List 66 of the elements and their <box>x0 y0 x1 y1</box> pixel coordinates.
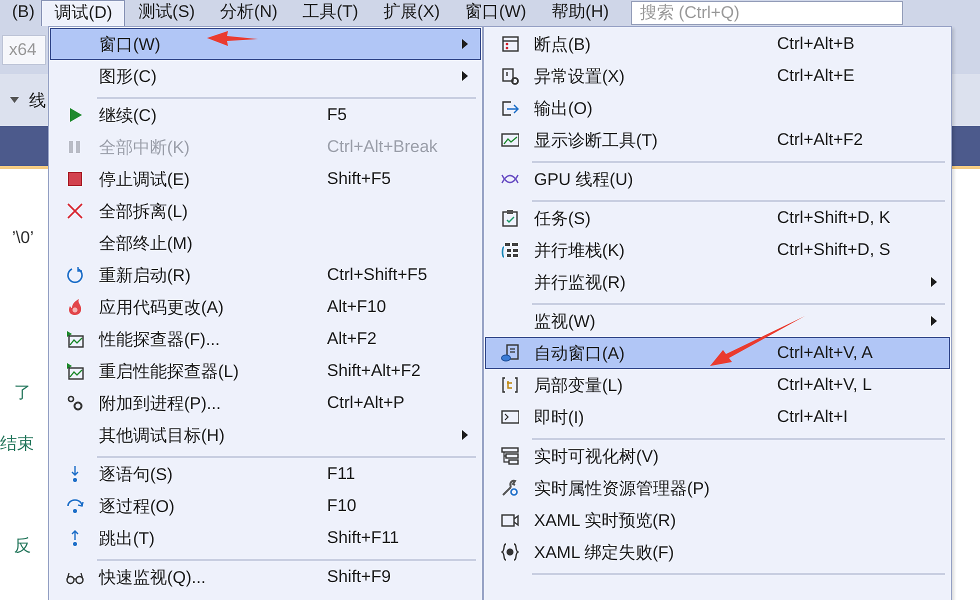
caret-icon[interactable] <box>10 97 19 103</box>
search-field[interactable]: 搜索 (Ctrl+Q) <box>630 1 903 25</box>
chart-icon <box>66 330 84 348</box>
menu-item[interactable]: 并行监视(R) <box>485 266 950 298</box>
refresh-icon <box>66 266 84 284</box>
menu-item[interactable]: 图形(C) <box>50 60 481 92</box>
flame-icon <box>66 298 84 316</box>
menu-item[interactable]: 快速监视(Q)... Shift+F9 <box>50 561 481 593</box>
cross-icon <box>66 202 84 220</box>
menu-item[interactable]: 全部终止(M) <box>50 227 481 259</box>
menu-item[interactable]: 监视(W) <box>485 305 950 337</box>
menu-item[interactable]: 实时可视化树(V) <box>485 440 950 472</box>
toolbar-label: 线 <box>29 90 46 112</box>
menu-item[interactable]: XAML 绑定失败(F) <box>485 536 950 568</box>
clipboard-icon <box>501 209 519 227</box>
menu-item[interactable]: 并行堆栈(K) Ctrl+Shift+D, S <box>485 234 950 266</box>
export-icon <box>501 99 519 117</box>
menu-item[interactable]: GPU 线程(U) <box>485 163 950 195</box>
menu-item[interactable]: 应用代码更改(A) Alt+F10 <box>50 291 481 323</box>
tree-icon <box>501 447 519 465</box>
menu-item[interactable]: 全部拆离(L) <box>50 195 481 227</box>
menu-item[interactable]: 异常设置(X) Ctrl+Alt+E <box>485 60 950 92</box>
chart-icon <box>501 131 519 149</box>
curved-arrow-icon <box>66 497 84 515</box>
code-text: ’\0’ <box>12 227 34 249</box>
menu-item[interactable]: 性能探查器(F)... Alt+F2 <box>50 323 481 355</box>
menu-item[interactable]: 输出(O) <box>485 92 950 124</box>
menu-item[interactable]: 局部变量(L) Ctrl+Alt+V, L <box>485 369 950 401</box>
console-icon <box>501 408 519 426</box>
document-icon <box>501 344 519 362</box>
menu-bar-item[interactable]: 调试(D) <box>40 0 126 26</box>
window-icon <box>501 35 519 53</box>
menu-bar-item[interactable]: 工具(T) <box>290 0 370 26</box>
braces-icon <box>501 543 519 561</box>
menu-item[interactable]: 窗口(W) <box>50 28 481 60</box>
stop-icon <box>66 170 84 188</box>
menu-item[interactable]: 实时属性资源管理器(P) <box>485 472 950 504</box>
menu-item[interactable]: 其他调试目标(H) <box>50 419 481 451</box>
menu-item[interactable]: 附加到进程(P)... Ctrl+Alt+P <box>50 387 481 419</box>
code-text: 了 <box>14 382 31 404</box>
menu-item[interactable]: 继续(C) F5 <box>50 99 481 131</box>
menu-item[interactable]: 重新启动(R) Ctrl+Shift+F5 <box>50 259 481 291</box>
code-text: 结束 <box>0 433 34 455</box>
menu-item[interactable]: 显示诊断工具(T) Ctrl+Alt+F2 <box>485 124 950 156</box>
menu-bar-item[interactable]: 帮助(H) <box>538 0 621 26</box>
menu-item[interactable]: 停止调试(E) Shift+F5 <box>50 163 481 195</box>
menu-bar-item[interactable]: (B) <box>0 0 41 26</box>
menu-item[interactable]: 重启性能探查器(L) Shift+Alt+F2 <box>50 355 481 387</box>
menu-item[interactable]: 即时(I) Ctrl+Alt+I <box>485 401 950 433</box>
code-text: 反 <box>14 535 31 557</box>
menu-bar-item[interactable]: 测试(S) <box>125 0 207 26</box>
menu-bar-item[interactable]: 扩展(X) <box>370 0 452 26</box>
grid-icon <box>501 241 519 259</box>
chart-icon <box>66 362 84 380</box>
menu-item[interactable]: 跳出(T) Shift+F11 <box>50 522 481 554</box>
menu-item[interactable]: XAML 实时预览(R) <box>485 504 950 536</box>
wrench-icon <box>501 479 519 497</box>
menu-item[interactable]: 断点(B) Ctrl+Alt+B <box>485 28 950 60</box>
menu-bar-item[interactable]: 窗口(W) <box>452 0 538 26</box>
menu-bar-item[interactable]: 分析(N) <box>206 0 290 26</box>
menu-item[interactable]: 任务(S) Ctrl+Shift+D, K <box>485 202 950 234</box>
menu-item[interactable]: 逐过程(O) F10 <box>50 490 481 522</box>
menu-item[interactable]: 逐语句(S) F11 <box>50 458 481 490</box>
annotation-arrow <box>207 31 258 46</box>
menu-item[interactable]: 自动窗口(A) Ctrl+Alt+V, A <box>485 337 950 369</box>
brackets-icon <box>501 376 519 394</box>
